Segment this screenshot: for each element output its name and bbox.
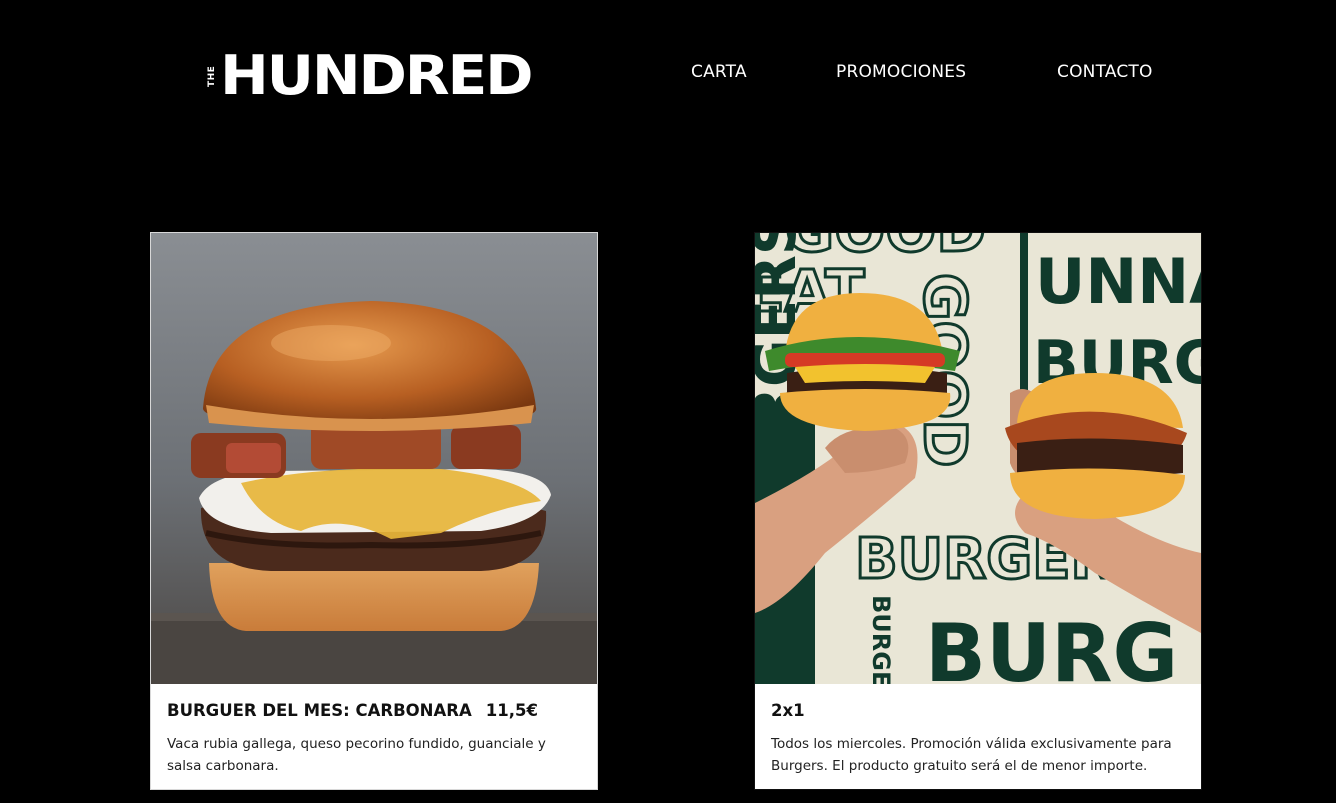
poster-text-burg: BURG <box>925 607 1178 684</box>
two-burgers-promo-photo: GOOD EAT GOOD UNNAL BURGER BURGERS BURGE… <box>755 233 1201 684</box>
card-title: BURGUER DEL MES: CARBONARA <box>167 701 472 720</box>
poster-text-top-right: UNNAL <box>1035 245 1201 318</box>
nav-link-contacto[interactable]: CONTACTO <box>1057 62 1153 82</box>
card-title-row: BURGUER DEL MES: CARBONARA 11,5€ <box>167 701 581 720</box>
card-title: 2x1 <box>771 701 805 720</box>
card-description: Vaca rubia gallega, queso pecorino fundi… <box>167 736 546 774</box>
nav-link-promociones[interactable]: PROMOCIONES <box>836 62 966 82</box>
promo-card[interactable]: BURGUER DEL MES: CARBONARA 11,5€ Vaca ru… <box>150 232 598 790</box>
card-title-row: 2x1 <box>771 701 1185 720</box>
poster-text-burger-small: BURGER <box>867 595 895 684</box>
nav-link-carta[interactable]: CARTA <box>691 62 747 82</box>
card-body: BURGUER DEL MES: CARBONARA 11,5€ Vaca ru… <box>167 701 581 777</box>
card-price: 11,5€ <box>485 701 538 720</box>
promo-card[interactable]: GOOD EAT GOOD UNNAL BURGER BURGERS BURGE… <box>754 232 1202 790</box>
card-description: Todos los miercoles. Promoción válida ex… <box>771 736 1172 774</box>
main-nav: CARTA PROMOCIONES CONTACTO <box>0 62 1336 86</box>
card-body: 2x1 Todos los miercoles. Promoción válid… <box>771 701 1185 777</box>
burger-photo <box>151 233 597 684</box>
